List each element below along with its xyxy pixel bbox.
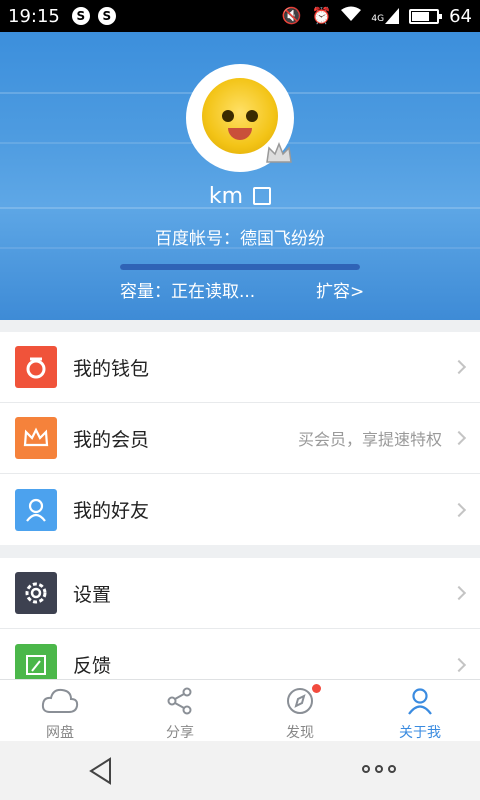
account-name: 百度帐号：德国飞纷纷 (155, 229, 325, 249)
username-text: km (208, 184, 244, 209)
chevron-right-icon (451, 585, 467, 601)
profile-header: km 百度帐号：德国飞纷纷 容量：正在读取... 扩容> (0, 32, 480, 320)
chevron-right-icon (451, 359, 467, 375)
system-nav-bar (0, 741, 480, 800)
tab-label: 发现 (286, 725, 314, 741)
more-icon[interactable] (362, 765, 396, 773)
network-type: 4G (371, 14, 385, 24)
mute-icon: 🔇 (281, 6, 302, 25)
vip-crown-icon (264, 140, 294, 168)
wifi-icon (341, 6, 362, 27)
share-icon (166, 687, 194, 719)
settings-gear-icon (15, 572, 57, 614)
battery-icon (409, 8, 443, 24)
menu-label-settings: 设置 (73, 583, 112, 606)
menu-item-friends[interactable]: 我的好友 (0, 474, 480, 545)
expand-link[interactable]: 扩容> (316, 277, 364, 302)
tab-label: 网盘 (46, 725, 74, 741)
chevron-right-icon (451, 657, 467, 672)
chevron-right-icon (451, 430, 467, 446)
tab-label: 关于我 (399, 725, 441, 741)
battery-percent: 64 (449, 5, 472, 27)
menu-label-vip: 我的会员 (73, 428, 150, 451)
vip-hint: 买会员，享提速特权 (297, 430, 442, 449)
storage-progress-bar (120, 264, 360, 270)
menu-item-vip[interactable]: 我的会员 买会员，享提速特权 (0, 403, 480, 474)
cloud-icon (41, 687, 79, 719)
storage-progress-fill (120, 264, 360, 270)
menu-label-wallet: 我的钱包 (73, 357, 150, 380)
menu-group-account: 我的钱包 我的会员 买会员，享提速特权 我的好友 (0, 332, 480, 545)
crown-icon (15, 417, 57, 459)
tab-share[interactable]: 分享 (120, 680, 240, 741)
tab-label: 分享 (166, 725, 194, 741)
menu-label-friends: 我的好友 (73, 500, 150, 522)
back-icon[interactable] (88, 757, 114, 789)
menu-item-settings[interactable]: 设置 (0, 558, 480, 629)
capacity-text: 容量：正在读取... (120, 282, 256, 302)
wallet-icon (15, 346, 57, 388)
user-icon (406, 687, 434, 719)
username[interactable]: km (0, 184, 480, 209)
notification-s-icon: S (97, 7, 116, 25)
menu-label-feedback: 反馈 (73, 655, 112, 677)
compass-icon (286, 687, 314, 719)
edit-icon[interactable] (253, 187, 272, 205)
tab-me[interactable]: 关于我 (360, 680, 480, 741)
notification-s-icon: S (71, 7, 90, 25)
tab-discover[interactable]: 发现 (240, 680, 360, 741)
menu-item-wallet[interactable]: 我的钱包 (0, 332, 480, 403)
status-time: 19:15 (8, 5, 60, 27)
chevron-right-icon (451, 502, 467, 517)
friend-icon (15, 488, 57, 531)
notification-badge (312, 684, 321, 693)
alarm-icon: ⏰ (311, 6, 332, 25)
battery-fill (412, 11, 429, 21)
bottom-tab-bar: 网盘 分享 发现 关于我 (0, 679, 480, 741)
signal-icon: 4G (371, 8, 400, 24)
status-bar: 19:15 S S 🔇 ⏰ 4G 64 (0, 0, 480, 32)
tab-netdisk[interactable]: 网盘 (0, 680, 120, 741)
